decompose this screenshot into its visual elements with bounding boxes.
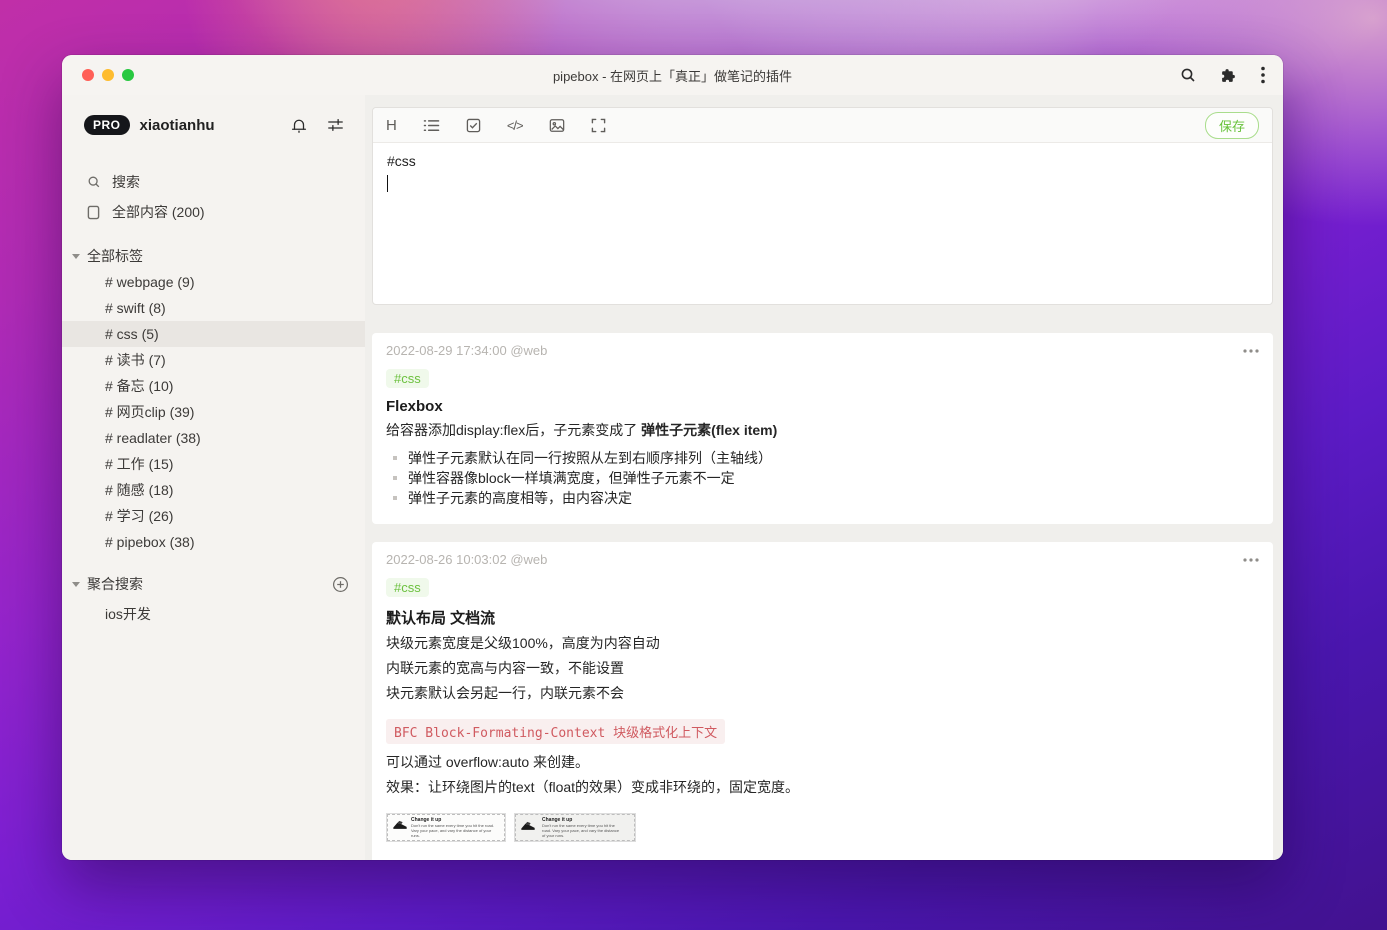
sidebar-tag-beiwang[interactable]: # 备忘 (10) [62, 373, 365, 399]
attachment-image-bfc-demo[interactable]: Change it up Don't run the same every ti… [514, 813, 636, 842]
note-text-line: 效果：让环绕图片的text（float的效果）变成非环绕的，固定宽度。 [386, 777, 1259, 797]
sidebar-tag-webclip[interactable]: # 网页clip (39) [62, 399, 365, 425]
note-tag-css[interactable]: #css [386, 578, 429, 597]
zoom-window-button[interactable] [122, 69, 134, 81]
sidebar-tag-xuexi[interactable]: # 学习 (26) [62, 503, 365, 529]
search-icon [86, 175, 101, 189]
sliders-icon[interactable] [326, 116, 345, 134]
note-attachments: Change it up Don't run the same every ti… [386, 813, 1259, 842]
minimize-window-button[interactable] [102, 69, 114, 81]
section-all-tags[interactable]: 全部标签 [62, 243, 365, 269]
document-icon [86, 205, 101, 220]
sidebar-item-all-content[interactable]: 全部内容 (200) [62, 197, 365, 227]
sidebar-tag-dushu[interactable]: # 读书 (7) [62, 347, 365, 373]
note-text-line: 块元素默认会另起一行，内联元素不会 [386, 683, 1259, 703]
sidebar-tag-swift[interactable]: # swift (8) [62, 295, 365, 321]
editor-content-area[interactable]: #css [373, 143, 1272, 304]
search-label: 搜索 [112, 172, 140, 192]
note-more-icon[interactable] [1243, 558, 1259, 562]
pro-badge: PRO [84, 115, 130, 135]
image-icon[interactable] [549, 118, 565, 133]
kebab-menu-icon[interactable] [1261, 66, 1265, 84]
app-window: pipebox - 在网页上「真正」做笔记的插件 PRO xiaotianhu [62, 55, 1283, 860]
sidebar-tag-webpage[interactable]: # webpage (9) [62, 269, 365, 295]
add-saved-search-button[interactable] [332, 576, 349, 593]
sidebar: PRO xiaotianhu 搜索 [62, 95, 365, 860]
shoe-icon [392, 818, 408, 836]
editor-text: #css [387, 152, 1258, 171]
saved-search-section-label: 聚合搜索 [87, 574, 143, 594]
note-timestamp: 2022-08-29 17:34:00 @web [386, 343, 547, 358]
titlebar[interactable]: pipebox - 在网页上「真正」做笔记的插件 [62, 55, 1283, 95]
close-window-button[interactable] [82, 69, 94, 81]
section-saved-search[interactable]: 聚合搜索 [62, 571, 365, 597]
titlebar-actions [1180, 55, 1265, 95]
heading-icon[interactable]: H [386, 117, 397, 134]
main-panel: H </> 保存 [365, 95, 1283, 860]
sidebar-header: PRO xiaotianhu [62, 105, 365, 145]
note-timestamp: 2022-08-26 10:03:02 @web [386, 552, 547, 567]
bullet-item: 弹性子元素的高度相等，由内容决定 [386, 488, 1259, 508]
puzzle-extension-icon[interactable] [1220, 67, 1237, 84]
note-text-line: 可以通过 overflow:auto 来创建。 [386, 752, 1259, 772]
editor-toolbar: H </> 保存 [373, 108, 1272, 143]
username: xiaotianhu [140, 117, 215, 134]
note-title: Flexbox [386, 398, 1259, 415]
fullscreen-icon[interactable] [591, 118, 606, 133]
tags-section-label: 全部标签 [87, 246, 143, 266]
note-editor: H </> 保存 [372, 107, 1273, 305]
note-card: 2022-08-26 10:03:02 @web #css 默认布局 文档流 块… [372, 542, 1273, 860]
chevron-down-icon [72, 582, 80, 587]
note-card: 2022-08-29 17:34:00 @web #css Flexbox 给容… [372, 333, 1273, 524]
checkbox-icon[interactable] [466, 118, 481, 133]
sidebar-item-search[interactable]: 搜索 [62, 167, 365, 197]
text-cursor [387, 175, 388, 192]
traffic-lights [82, 69, 134, 81]
sidebar-tag-suigan[interactable]: # 随感 (18) [62, 477, 365, 503]
saved-search-ios[interactable]: ios开发 [62, 601, 365, 627]
note-text-line: 内联元素的宽高与内容一致，不能设置 [386, 658, 1259, 678]
list-icon[interactable] [423, 118, 440, 133]
note-title: 默认布局 文档流 [386, 607, 1259, 628]
thumb-text: Don't run the same every time you hit th… [542, 823, 620, 838]
save-button[interactable]: 保存 [1205, 112, 1259, 139]
bullet-item: 弹性容器像block一样填满宽度，但弹性子元素不一定 [386, 468, 1259, 488]
inline-code: BFC Block-Formating-Context 块级格式化上下文 [386, 719, 725, 744]
window-title: pipebox - 在网页上「真正」做笔记的插件 [62, 66, 1283, 85]
bullet-item: 弹性子元素默认在同一行按照从左到右顺序排列（主轴线） [386, 448, 1259, 468]
bell-icon[interactable] [290, 116, 308, 135]
sidebar-tag-css[interactable]: # css (5) [62, 321, 365, 347]
desktop-wallpaper: pipebox - 在网页上「真正」做笔记的插件 PRO xiaotianhu [0, 0, 1387, 930]
note-paragraph: 给容器添加display:flex后，子元素变成了 弹性子元素(flex ite… [386, 420, 1259, 440]
sidebar-tag-gongzuo[interactable]: # 工作 (15) [62, 451, 365, 477]
sidebar-tag-readlater[interactable]: # readlater (38) [62, 425, 365, 451]
code-icon[interactable]: </> [507, 118, 523, 133]
note-tag-css[interactable]: #css [386, 369, 429, 388]
chevron-down-icon [72, 254, 80, 259]
note-bullet-list: 弹性子元素默认在同一行按照从左到右顺序排列（主轴线） 弹性容器像block一样填… [386, 448, 1259, 508]
shoe-icon [520, 819, 536, 838]
search-icon[interactable] [1180, 67, 1196, 83]
sidebar-tag-pipebox[interactable]: # pipebox (38) [62, 529, 365, 555]
all-content-label: 全部内容 (200) [112, 202, 205, 222]
note-more-icon[interactable] [1243, 349, 1259, 353]
note-text-line: 块级元素宽度是父级100%，高度为内容自动 [386, 633, 1259, 653]
attachment-image-float-demo[interactable]: Change it up Don't run the same every ti… [386, 813, 506, 842]
